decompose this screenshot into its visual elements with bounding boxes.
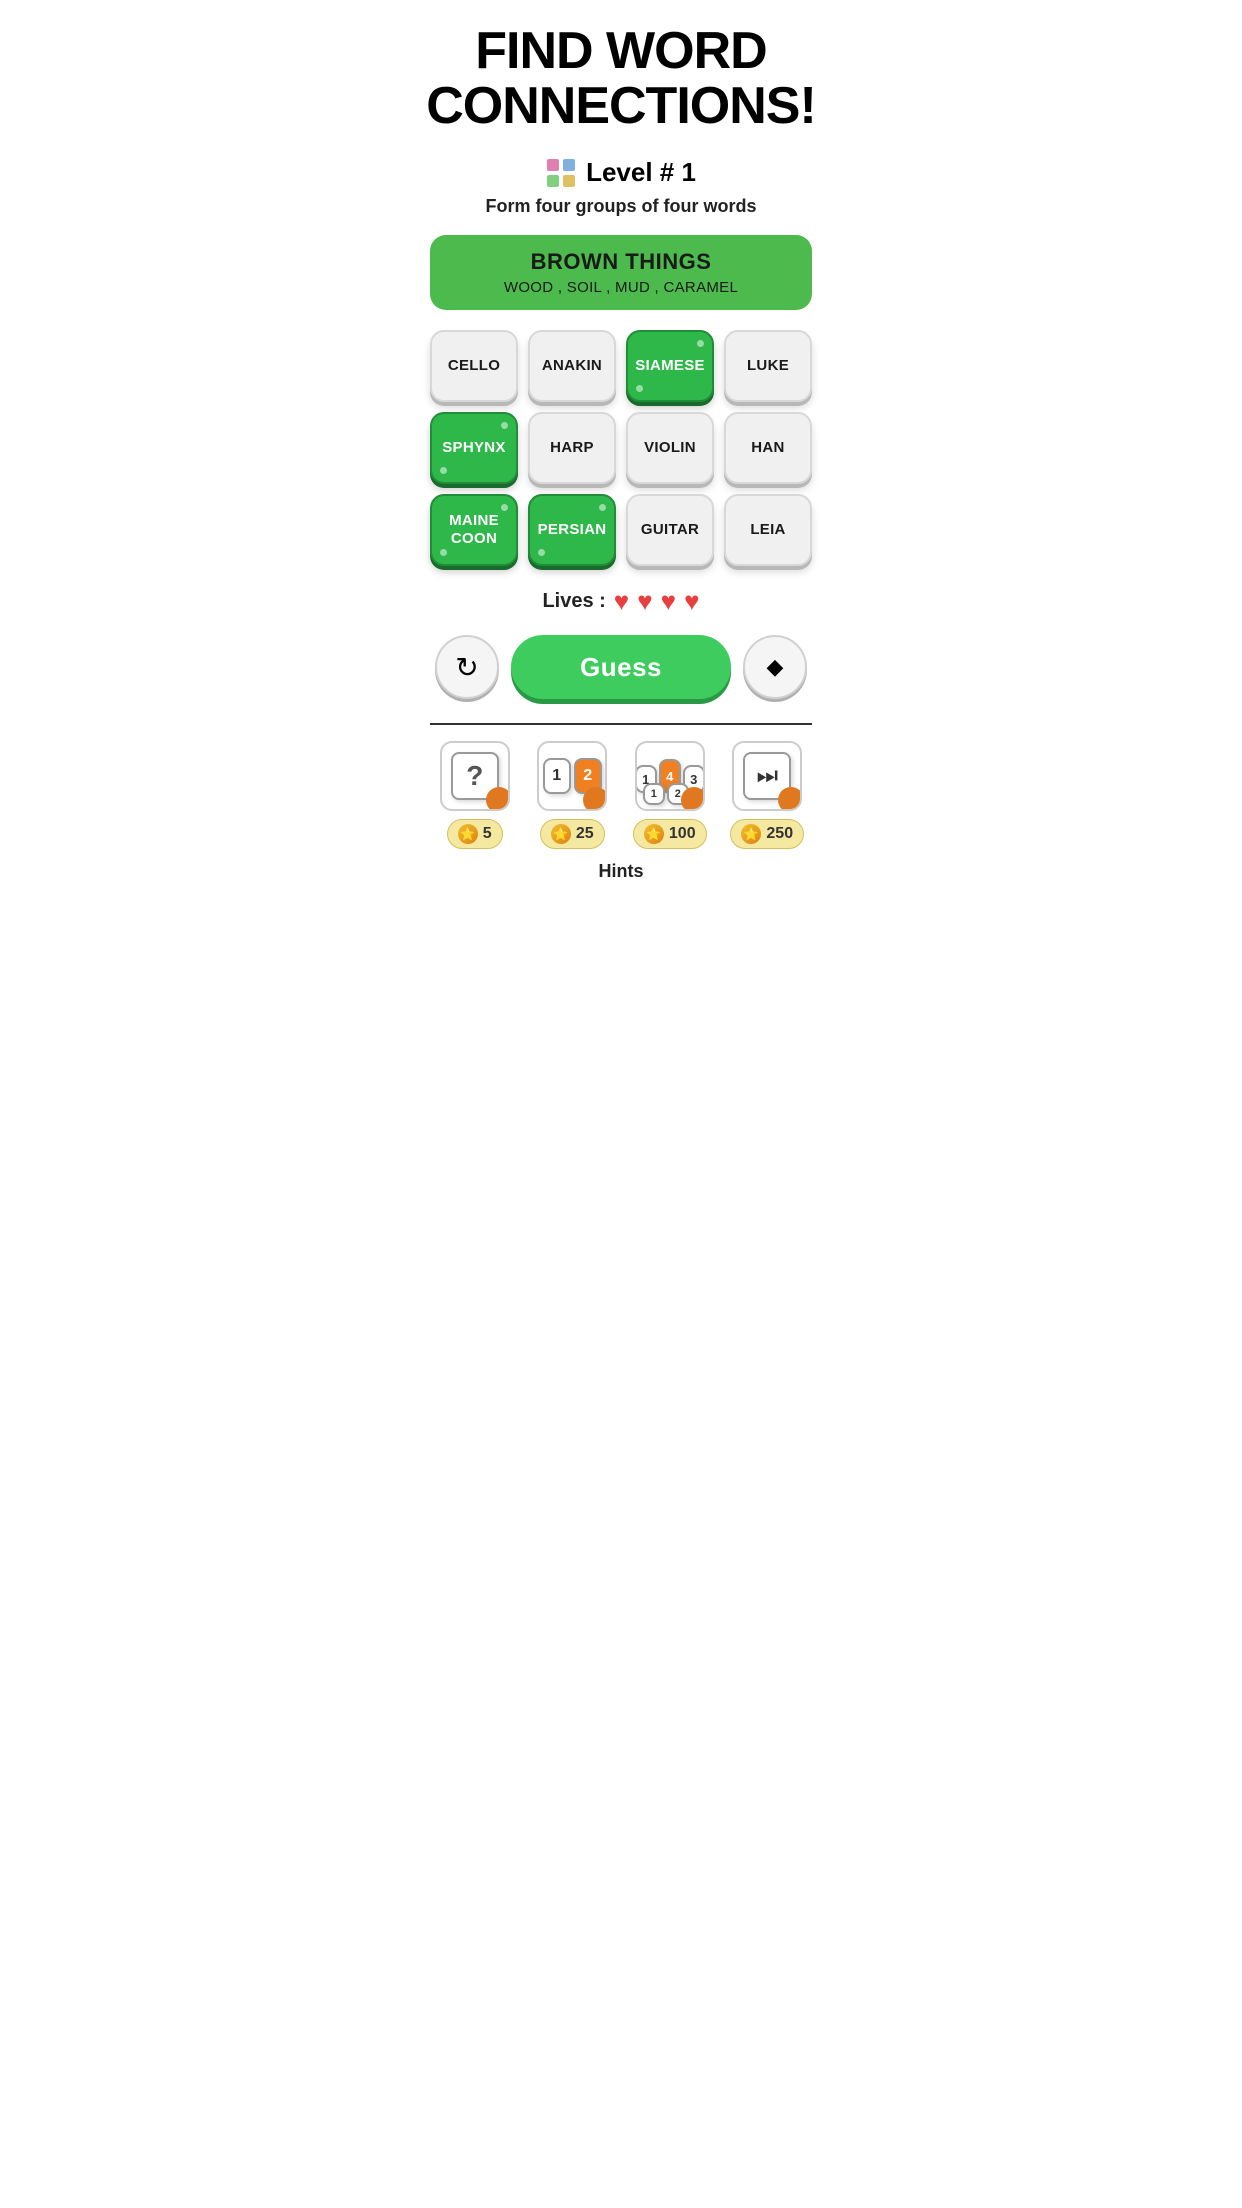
hint-item-swap12[interactable]: 1 2 ⭐ 25 (528, 741, 618, 849)
cost-text-3: 100 (669, 825, 696, 843)
hint-play-icon-wrapper: ⏭ (732, 741, 802, 811)
word-tile-2[interactable]: SIAMESE (626, 330, 714, 402)
hint-orange-badge-1 (486, 787, 510, 811)
card-1: 1 (543, 758, 571, 794)
word-tile-7[interactable]: HAN (724, 412, 812, 484)
coin-icon-2: ⭐ (551, 824, 571, 844)
page-title: FIND WORD CONNECTIONS! (426, 24, 816, 133)
word-tile-4[interactable]: SPHYNX (430, 412, 518, 484)
hints-grid: ? ⭐ 5 1 (430, 741, 812, 849)
question-mark-icon: ? (466, 760, 483, 792)
shuffle-icon: ↻ (455, 651, 478, 684)
hint-cost-1: ⭐ 5 (447, 819, 503, 849)
hint-question-icon: ? (440, 741, 510, 811)
word-grid: CELLOANAKINSIAMESELUKE SPHYNXHARPVIOLINHA… (430, 330, 812, 566)
revealed-group-words: WOOD , SOIL , MUD , CARAMEL (450, 279, 792, 296)
coin-icon-4: ⭐ (741, 824, 761, 844)
revealed-group-title: BROWN THINGS (450, 249, 792, 275)
hint-play-icon: ⏭ (732, 741, 802, 811)
hint-item-question[interactable]: ? ⭐ 5 (430, 741, 520, 849)
word-tile-1[interactable]: ANAKIN (528, 330, 616, 402)
hint-question-icon-wrapper: ? (440, 741, 510, 811)
level-row: Level # 1 (546, 157, 696, 188)
cost-text-1: 5 (483, 825, 492, 843)
hint-swap12-icon: 1 2 (537, 741, 607, 811)
hint-cost-3: ⭐ 100 (633, 819, 707, 849)
word-tile-0[interactable]: CELLO (430, 330, 518, 402)
guess-button[interactable]: Guess (511, 635, 731, 699)
hint-swap123-icon: 1 4 3 1 (635, 741, 705, 811)
cost-text-2: 25 (576, 825, 594, 843)
hints-label: Hints (430, 861, 812, 882)
word-tile-9[interactable]: PERSIAN (528, 494, 616, 566)
word-tile-10[interactable]: GUITAR (626, 494, 714, 566)
heart-1: ♥ (614, 586, 629, 617)
heart-2: ♥ (637, 586, 652, 617)
word-tile-8[interactable]: MAINE COON (430, 494, 518, 566)
shuffle-button[interactable]: ↻ (435, 635, 499, 699)
word-tile-6[interactable]: VIOLIN (626, 412, 714, 484)
word-tile-5[interactable]: HARP (528, 412, 616, 484)
lives-row: Lives : ♥ ♥ ♥ ♥ (542, 586, 699, 617)
card-num-1b: 1 (643, 783, 665, 805)
hint-item-swap123[interactable]: 1 4 3 1 (625, 741, 715, 849)
heart-3: ♥ (661, 586, 676, 617)
word-tile-11[interactable]: LEIA (724, 494, 812, 566)
hint-orange-badge-2 (583, 787, 607, 811)
word-tile-3[interactable]: LUKE (724, 330, 812, 402)
erase-button[interactable]: ◆ (743, 635, 807, 699)
heart-4: ♥ (684, 586, 699, 617)
level-text: Level # 1 (586, 157, 696, 188)
grid-icon (546, 158, 576, 188)
play-icon: ⏭ (756, 762, 778, 790)
hint-orange-badge-3 (681, 787, 705, 811)
hints-section: ? ⭐ 5 1 (430, 723, 812, 882)
revealed-group: BROWN THINGS WOOD , SOIL , MUD , CARAMEL (430, 235, 812, 310)
hint-swap123-icon-wrapper: 1 4 3 1 (635, 741, 705, 811)
hint-swap12-icon-wrapper: 1 2 (537, 741, 607, 811)
hint-cost-4: ⭐ 250 (730, 819, 804, 849)
coin-icon-3: ⭐ (644, 824, 664, 844)
erase-icon: ◆ (767, 654, 784, 680)
action-row: ↻ Guess ◆ (430, 635, 812, 699)
hint-cost-2: ⭐ 25 (540, 819, 605, 849)
lives-label: Lives : (542, 590, 605, 613)
hint-item-play[interactable]: ⏭ ⭐ 250 (723, 741, 813, 849)
subtitle: Form four groups of four words (486, 196, 757, 217)
hint-orange-badge-4 (778, 787, 802, 811)
coin-icon-1: ⭐ (458, 824, 478, 844)
cost-text-4: 250 (766, 825, 793, 843)
